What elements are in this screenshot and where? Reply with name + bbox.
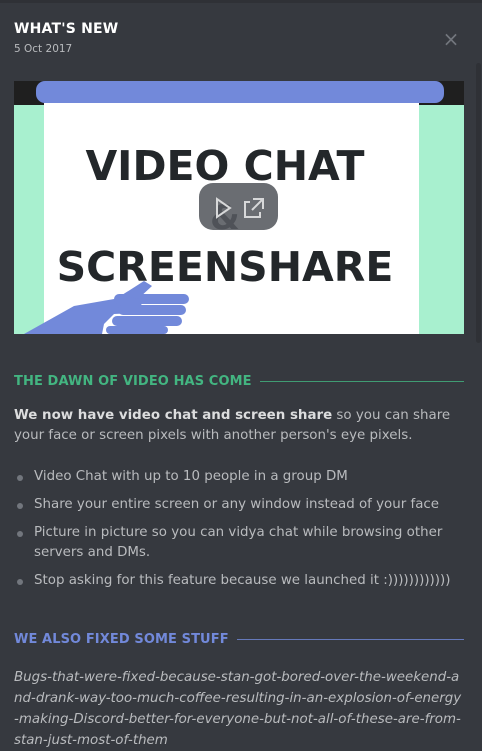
modal-title: WHAT'S NEW (14, 21, 119, 37)
section-heading-label: WE ALSO FIXED SOME STUFF (14, 632, 229, 647)
section-heading-label: THE DAWN OF VIDEO HAS COME (14, 374, 252, 389)
bullet-dot (17, 475, 23, 481)
whats-new-modal: WHAT'S NEW 5 Oct 2017 × VIDEO CHAT & SCR… (0, 3, 482, 748)
video-preview[interactable]: VIDEO CHAT & SCREENSHARE (14, 81, 464, 334)
list-item: Picture in picture so you can vidya chat… (14, 523, 466, 563)
list-item-text: Stop asking for this feature because we … (34, 573, 451, 588)
list-item-text: Picture in picture so you can vidya chat… (34, 525, 443, 560)
intro-bold: We now have video chat and screen share (14, 408, 333, 423)
section-divider (236, 639, 464, 640)
bullet-dot (17, 531, 23, 537)
projector-roll (36, 81, 444, 103)
headline-top: VIDEO CHAT (85, 142, 364, 190)
feature-list: Video Chat with up to 10 people in a gro… (14, 467, 466, 599)
section-heading-fixes: WE ALSO FIXED SOME STUFF (14, 632, 464, 647)
modal-date: 5 Oct 2017 (14, 43, 73, 55)
video-controls-overlay (199, 183, 278, 230)
bullet-dot (17, 503, 23, 509)
right-green-wall (419, 81, 464, 334)
list-item: Video Chat with up to 10 people in a gro… (14, 467, 466, 487)
fixes-text: Bugs-that-were-fixed-because-stan-got-bo… (14, 670, 462, 748)
bullet-dot (17, 579, 23, 585)
list-item: Share your entire screen or any window i… (14, 495, 466, 515)
section-heading-video: THE DAWN OF VIDEO HAS COME (14, 374, 464, 389)
headline-bottom: SCREENSHARE (57, 243, 394, 291)
list-item-text: Share your entire screen or any window i… (34, 497, 440, 512)
modal-header: WHAT'S NEW 5 Oct 2017 (14, 21, 118, 55)
scrollbar[interactable] (476, 63, 481, 343)
list-item-text: Video Chat with up to 10 people in a gro… (34, 469, 348, 484)
intro-paragraph: We now have video chat and screen share … (14, 406, 466, 446)
left-green-wall (14, 81, 44, 334)
section-divider (259, 381, 464, 382)
list-item: Stop asking for this feature because we … (14, 571, 466, 591)
close-icon[interactable]: × (441, 29, 461, 50)
